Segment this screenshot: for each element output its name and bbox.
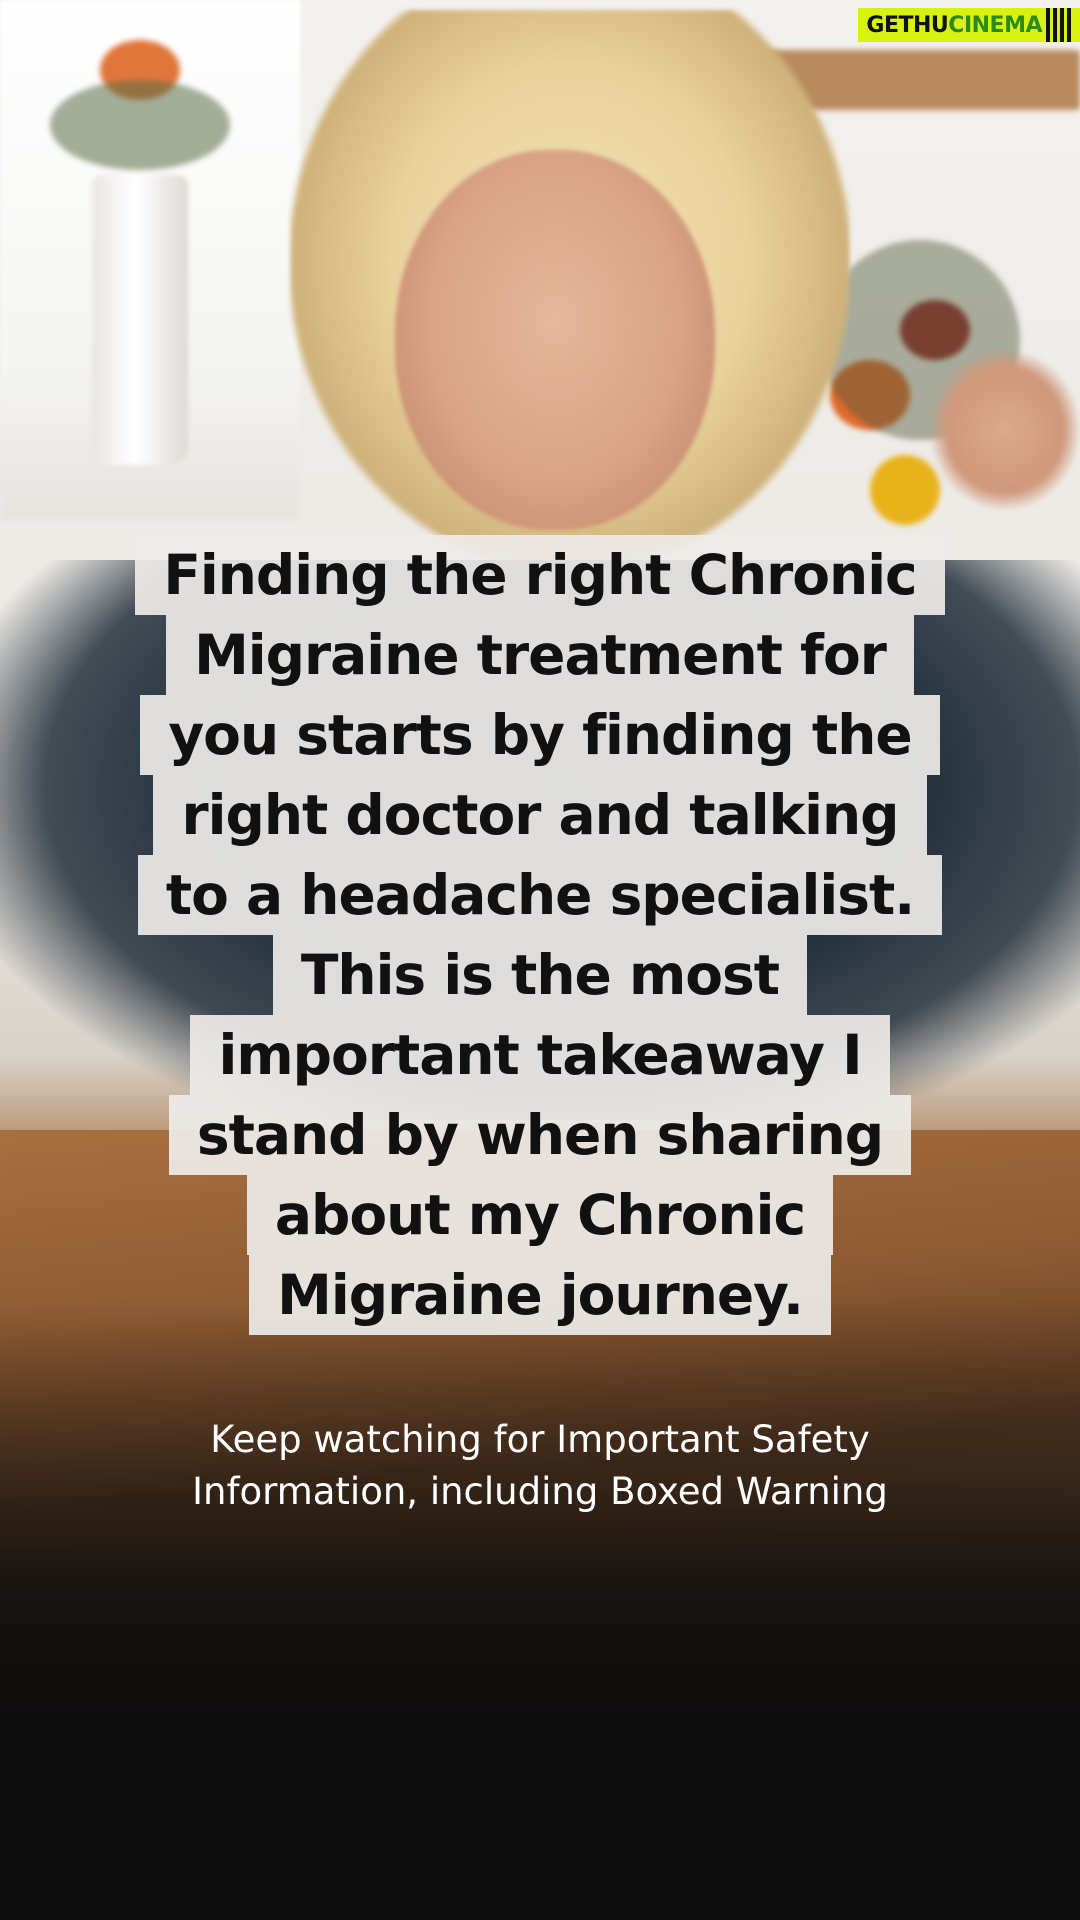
caption-block: Finding the right Chronic Migraine treat… [0,535,1080,1335]
watermark-text-1: GETHU [866,12,949,38]
watermark-text-2: CINEMA [948,12,1042,38]
caption-line: stand by when sharing [168,1095,912,1175]
safety-note-line-2: Information, including Boxed Warning [192,1470,888,1513]
caption-line: Migraine journey. [249,1255,831,1335]
person-hand [930,350,1080,510]
film-strip-icon [1046,8,1072,42]
caption-line: about my Chronic [246,1175,834,1255]
caption-line: important takeaway I [190,1015,890,1095]
caption-line: Migraine treatment for [166,615,914,695]
flower-leaves-left [50,80,230,170]
caption-line: you starts by finding the [140,695,940,775]
bottom-fade [0,1300,1080,1920]
caption-line: right doctor and talking [153,775,927,855]
safety-note-line-1: Keep watching for Important Safety [210,1418,870,1461]
caption-line: Finding the right Chronic [135,535,945,615]
safety-note: Keep watching for Important Safety Infor… [0,1414,1080,1518]
background-vase [92,175,188,465]
caption-line: to a headache specialist. [137,855,943,935]
caption-line: This is the most [272,935,808,1015]
watermark-logo: GETHU CINEMA [858,8,1080,42]
person-face [395,150,715,530]
video-frame[interactable]: GETHU CINEMA Finding the right Chronic M… [0,0,1080,1920]
